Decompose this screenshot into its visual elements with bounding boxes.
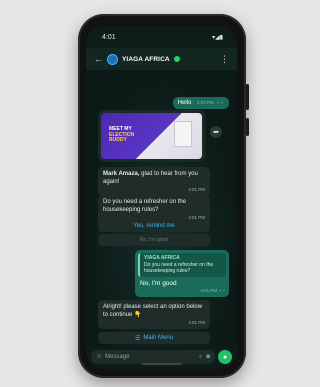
main-menu-button[interactable]: ☰ Main Menu	[98, 332, 210, 344]
message-text: No, I'm good	[140, 279, 177, 287]
incoming-message-select-option[interactable]: Alright! please select an option below t…	[98, 300, 210, 330]
attach-icon[interactable]: ⌕	[199, 354, 202, 361]
home-indicator[interactable]	[141, 363, 182, 365]
status-indicators: ▾◢▮	[212, 34, 223, 41]
message-time: 4:01 PM ✓✓	[200, 287, 226, 293]
message-time: 4:01 PM	[188, 320, 205, 326]
image-message[interactable]: Meet my Election Buddy	[98, 110, 205, 162]
message-time: 4:00 PM	[197, 100, 214, 105]
quick-reply-no-button[interactable]: No, I'm good	[98, 234, 210, 246]
quick-reply-yes-button[interactable]: Yes, remind me	[98, 220, 210, 232]
read-ticks-icon: ✓✓	[216, 100, 224, 105]
phone-frame: 4:01 ▾◢▮ ← YIAGA AFRICA ⋮ Hello 4:00 PM …	[78, 14, 249, 378]
more-options-icon[interactable]: ⋮	[220, 54, 229, 65]
message-time: 4:01 PM	[188, 187, 205, 193]
message-input-bar: ☺ Message ⌕ ◙ ●	[91, 350, 232, 364]
status-time: 4:01	[102, 33, 116, 41]
quoted-text: Do you need a refresher on the housekeep…	[144, 261, 214, 275]
read-ticks-icon: ✓✓	[218, 287, 226, 293]
verified-badge-icon	[173, 56, 180, 62]
power-button	[246, 118, 249, 136]
outgoing-reply-message[interactable]: YIAGA AFRICA Do you need a refresher on …	[135, 250, 229, 297]
chat-area[interactable]: Hello 4:00 PM ✓✓ Meet my Election Buddy …	[86, 70, 237, 347]
back-arrow-icon[interactable]: ←	[94, 54, 103, 64]
ballot-box-graphic	[174, 121, 192, 147]
phone-screen: 4:01 ▾◢▮ ← YIAGA AFRICA ⋮ Hello 4:00 PM …	[86, 26, 237, 369]
status-bar: 4:01 ▾◢▮	[86, 26, 237, 48]
image-headline: Meet my Election Buddy	[109, 126, 135, 143]
emoji-icon[interactable]: ☺	[96, 354, 102, 360]
forward-icon[interactable]: ➦	[210, 126, 222, 138]
main-menu-label: Main Menu	[143, 335, 174, 341]
message-input[interactable]: ☺ Message ⌕ ◙	[91, 350, 215, 364]
chat-title[interactable]: YIAGA AFRICA	[122, 56, 170, 63]
message-bold-name: Mark Amaza,	[103, 171, 140, 177]
message-text: Hello	[177, 100, 192, 106]
camera-icon[interactable]: ◙	[206, 354, 210, 361]
list-icon: ☰	[134, 335, 141, 342]
election-buddy-image: Meet my Election Buddy	[101, 113, 202, 159]
mic-icon[interactable]: ●	[218, 350, 232, 364]
chat-header: ← YIAGA AFRICA ⋮	[86, 48, 237, 70]
outgoing-message-hello[interactable]: Hello 4:00 PM ✓✓	[172, 97, 229, 109]
quoted-message[interactable]: YIAGA AFRICA Do you need a refresher on …	[138, 253, 226, 277]
message-text: Do you need a refresher on the housekeep…	[103, 199, 187, 214]
avatar[interactable]	[107, 53, 118, 65]
volume-button	[246, 84, 249, 110]
incoming-message-greeting[interactable]: Mark Amaza, glad to hear from you again!…	[98, 167, 210, 197]
message-text: Alright! please select an option below t…	[103, 304, 203, 319]
message-placeholder: Message	[105, 354, 130, 360]
